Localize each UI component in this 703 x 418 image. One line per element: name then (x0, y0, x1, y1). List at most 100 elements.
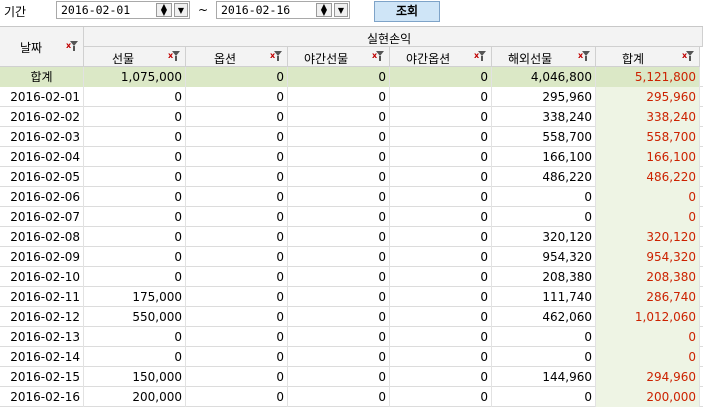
cell-total[interactable]: 294,960 (596, 367, 700, 387)
cell-options[interactable]: 0 (186, 227, 288, 247)
cell-overseas-futures[interactable]: 954,320 (492, 247, 596, 267)
cell-options[interactable]: 0 (186, 107, 288, 127)
cell-options[interactable]: 0 (186, 347, 288, 367)
search-button[interactable]: 조회 (374, 1, 440, 22)
column-header-options[interactable]: 옵션 x (186, 47, 288, 67)
cell-night-futures[interactable]: 0 (288, 327, 390, 347)
cell-overseas-futures[interactable]: 295,960 (492, 87, 596, 107)
column-header-night-options[interactable]: 야간옵션 x (390, 47, 492, 67)
cell-date[interactable]: 2016-02-03 (0, 127, 84, 147)
column-header-night-futures[interactable]: 야간선물 x (288, 47, 390, 67)
cell-total[interactable]: 208,380 (596, 267, 700, 287)
filter-icon[interactable]: x (270, 51, 282, 62)
filter-icon[interactable]: x (474, 51, 486, 62)
cell-options[interactable]: 0 (186, 87, 288, 107)
cell-night-options[interactable]: 0 (390, 347, 492, 367)
cell-total[interactable]: 286,740 (596, 287, 700, 307)
cell-date[interactable]: 2016-02-16 (0, 387, 84, 407)
cell-futures[interactable]: 0 (84, 167, 186, 187)
end-date-dropdown-icon[interactable]: ▼ (334, 3, 348, 17)
cell-night-futures[interactable]: 0 (288, 307, 390, 327)
cell-total[interactable]: 166,100 (596, 147, 700, 167)
cell-night-futures[interactable]: 0 (288, 107, 390, 127)
cell-futures[interactable]: 0 (84, 147, 186, 167)
table-row[interactable]: 2016-02-05 0 0 0 0 486,220 486,220 (0, 167, 703, 187)
table-row[interactable]: 2016-02-16 200,000 0 0 0 0 200,000 (0, 387, 703, 407)
cell-futures[interactable]: 200,000 (84, 387, 186, 407)
cell-date[interactable]: 2016-02-05 (0, 167, 84, 187)
cell-total[interactable]: 338,240 (596, 107, 700, 127)
table-row[interactable]: 2016-02-12 550,000 0 0 0 462,060 1,012,060 (0, 307, 703, 327)
cell-futures[interactable]: 0 (84, 207, 186, 227)
cell-date[interactable]: 2016-02-13 (0, 327, 84, 347)
table-row[interactable]: 2016-02-15 150,000 0 0 0 144,960 294,960 (0, 367, 703, 387)
cell-date[interactable]: 2016-02-11 (0, 287, 84, 307)
cell-night-futures[interactable]: 0 (288, 247, 390, 267)
cell-futures[interactable]: 0 (84, 227, 186, 247)
table-row[interactable]: 2016-02-13 0 0 0 0 0 0 (0, 327, 703, 347)
column-header-futures[interactable]: 선물 x (84, 47, 186, 67)
cell-options[interactable]: 0 (186, 187, 288, 207)
table-row[interactable]: 2016-02-08 0 0 0 0 320,120 320,120 (0, 227, 703, 247)
cell-night-options[interactable]: 0 (390, 287, 492, 307)
cell-night-options[interactable]: 0 (390, 327, 492, 347)
cell-total[interactable]: 0 (596, 187, 700, 207)
table-row[interactable]: 2016-02-06 0 0 0 0 0 0 (0, 187, 703, 207)
cell-date[interactable]: 2016-02-15 (0, 367, 84, 387)
cell-night-options[interactable]: 0 (390, 107, 492, 127)
table-row[interactable]: 2016-02-03 0 0 0 0 558,700 558,700 (0, 127, 703, 147)
start-date-dropdown-icon[interactable]: ▼ (174, 3, 188, 17)
cell-night-options[interactable]: 0 (390, 67, 492, 87)
cell-options[interactable]: 0 (186, 367, 288, 387)
cell-options[interactable]: 0 (186, 147, 288, 167)
cell-night-futures[interactable]: 0 (288, 267, 390, 287)
cell-night-options[interactable]: 0 (390, 367, 492, 387)
cell-night-options[interactable]: 0 (390, 387, 492, 407)
cell-night-options[interactable]: 0 (390, 147, 492, 167)
cell-options[interactable]: 0 (186, 127, 288, 147)
spin-down-icon[interactable]: ▼ (157, 9, 171, 17)
cell-night-options[interactable]: 0 (390, 247, 492, 267)
table-row[interactable]: 2016-02-07 0 0 0 0 0 0 (0, 207, 703, 227)
cell-date[interactable]: 2016-02-06 (0, 187, 84, 207)
cell-date[interactable]: 2016-02-09 (0, 247, 84, 267)
table-row[interactable]: 2016-02-04 0 0 0 0 166,100 166,100 (0, 147, 703, 167)
cell-total[interactable]: 0 (596, 327, 700, 347)
cell-total[interactable]: 0 (596, 207, 700, 227)
table-row[interactable]: 2016-02-10 0 0 0 0 208,380 208,380 (0, 267, 703, 287)
cell-options[interactable]: 0 (186, 207, 288, 227)
cell-overseas-futures[interactable]: 462,060 (492, 307, 596, 327)
column-header-total[interactable]: 합계 x (596, 47, 700, 67)
table-row[interactable]: 2016-02-09 0 0 0 0 954,320 954,320 (0, 247, 703, 267)
cell-total[interactable]: 954,320 (596, 247, 700, 267)
cell-total[interactable]: 5,121,800 (596, 67, 700, 87)
cell-date[interactable]: 2016-02-10 (0, 267, 84, 287)
cell-overseas-futures[interactable]: 0 (492, 347, 596, 367)
table-row[interactable]: 2016-02-11 175,000 0 0 0 111,740 286,740 (0, 287, 703, 307)
cell-date[interactable]: 2016-02-14 (0, 347, 84, 367)
cell-night-futures[interactable]: 0 (288, 67, 390, 87)
cell-date[interactable]: 2016-02-04 (0, 147, 84, 167)
cell-total[interactable]: 0 (596, 347, 700, 367)
filter-icon[interactable]: x (578, 51, 590, 62)
cell-options[interactable]: 0 (186, 387, 288, 407)
cell-night-options[interactable]: 0 (390, 207, 492, 227)
cell-overseas-futures[interactable]: 0 (492, 387, 596, 407)
cell-overseas-futures[interactable]: 4,046,800 (492, 67, 596, 87)
cell-night-futures[interactable]: 0 (288, 227, 390, 247)
cell-total[interactable]: 1,012,060 (596, 307, 700, 327)
cell-night-options[interactable]: 0 (390, 167, 492, 187)
cell-futures[interactable]: 150,000 (84, 367, 186, 387)
cell-total[interactable]: 320,120 (596, 227, 700, 247)
cell-overseas-futures[interactable]: 111,740 (492, 287, 596, 307)
cell-options[interactable]: 0 (186, 167, 288, 187)
table-row[interactable]: 2016-02-02 0 0 0 0 338,240 338,240 (0, 107, 703, 127)
cell-night-futures[interactable]: 0 (288, 147, 390, 167)
cell-date[interactable]: 합계 (0, 67, 84, 87)
cell-overseas-futures[interactable]: 0 (492, 207, 596, 227)
column-header-date[interactable]: 날짜 x (0, 27, 84, 67)
cell-date[interactable]: 2016-02-01 (0, 87, 84, 107)
cell-total[interactable]: 486,220 (596, 167, 700, 187)
filter-icon[interactable]: x (168, 51, 180, 62)
cell-futures[interactable]: 0 (84, 267, 186, 287)
